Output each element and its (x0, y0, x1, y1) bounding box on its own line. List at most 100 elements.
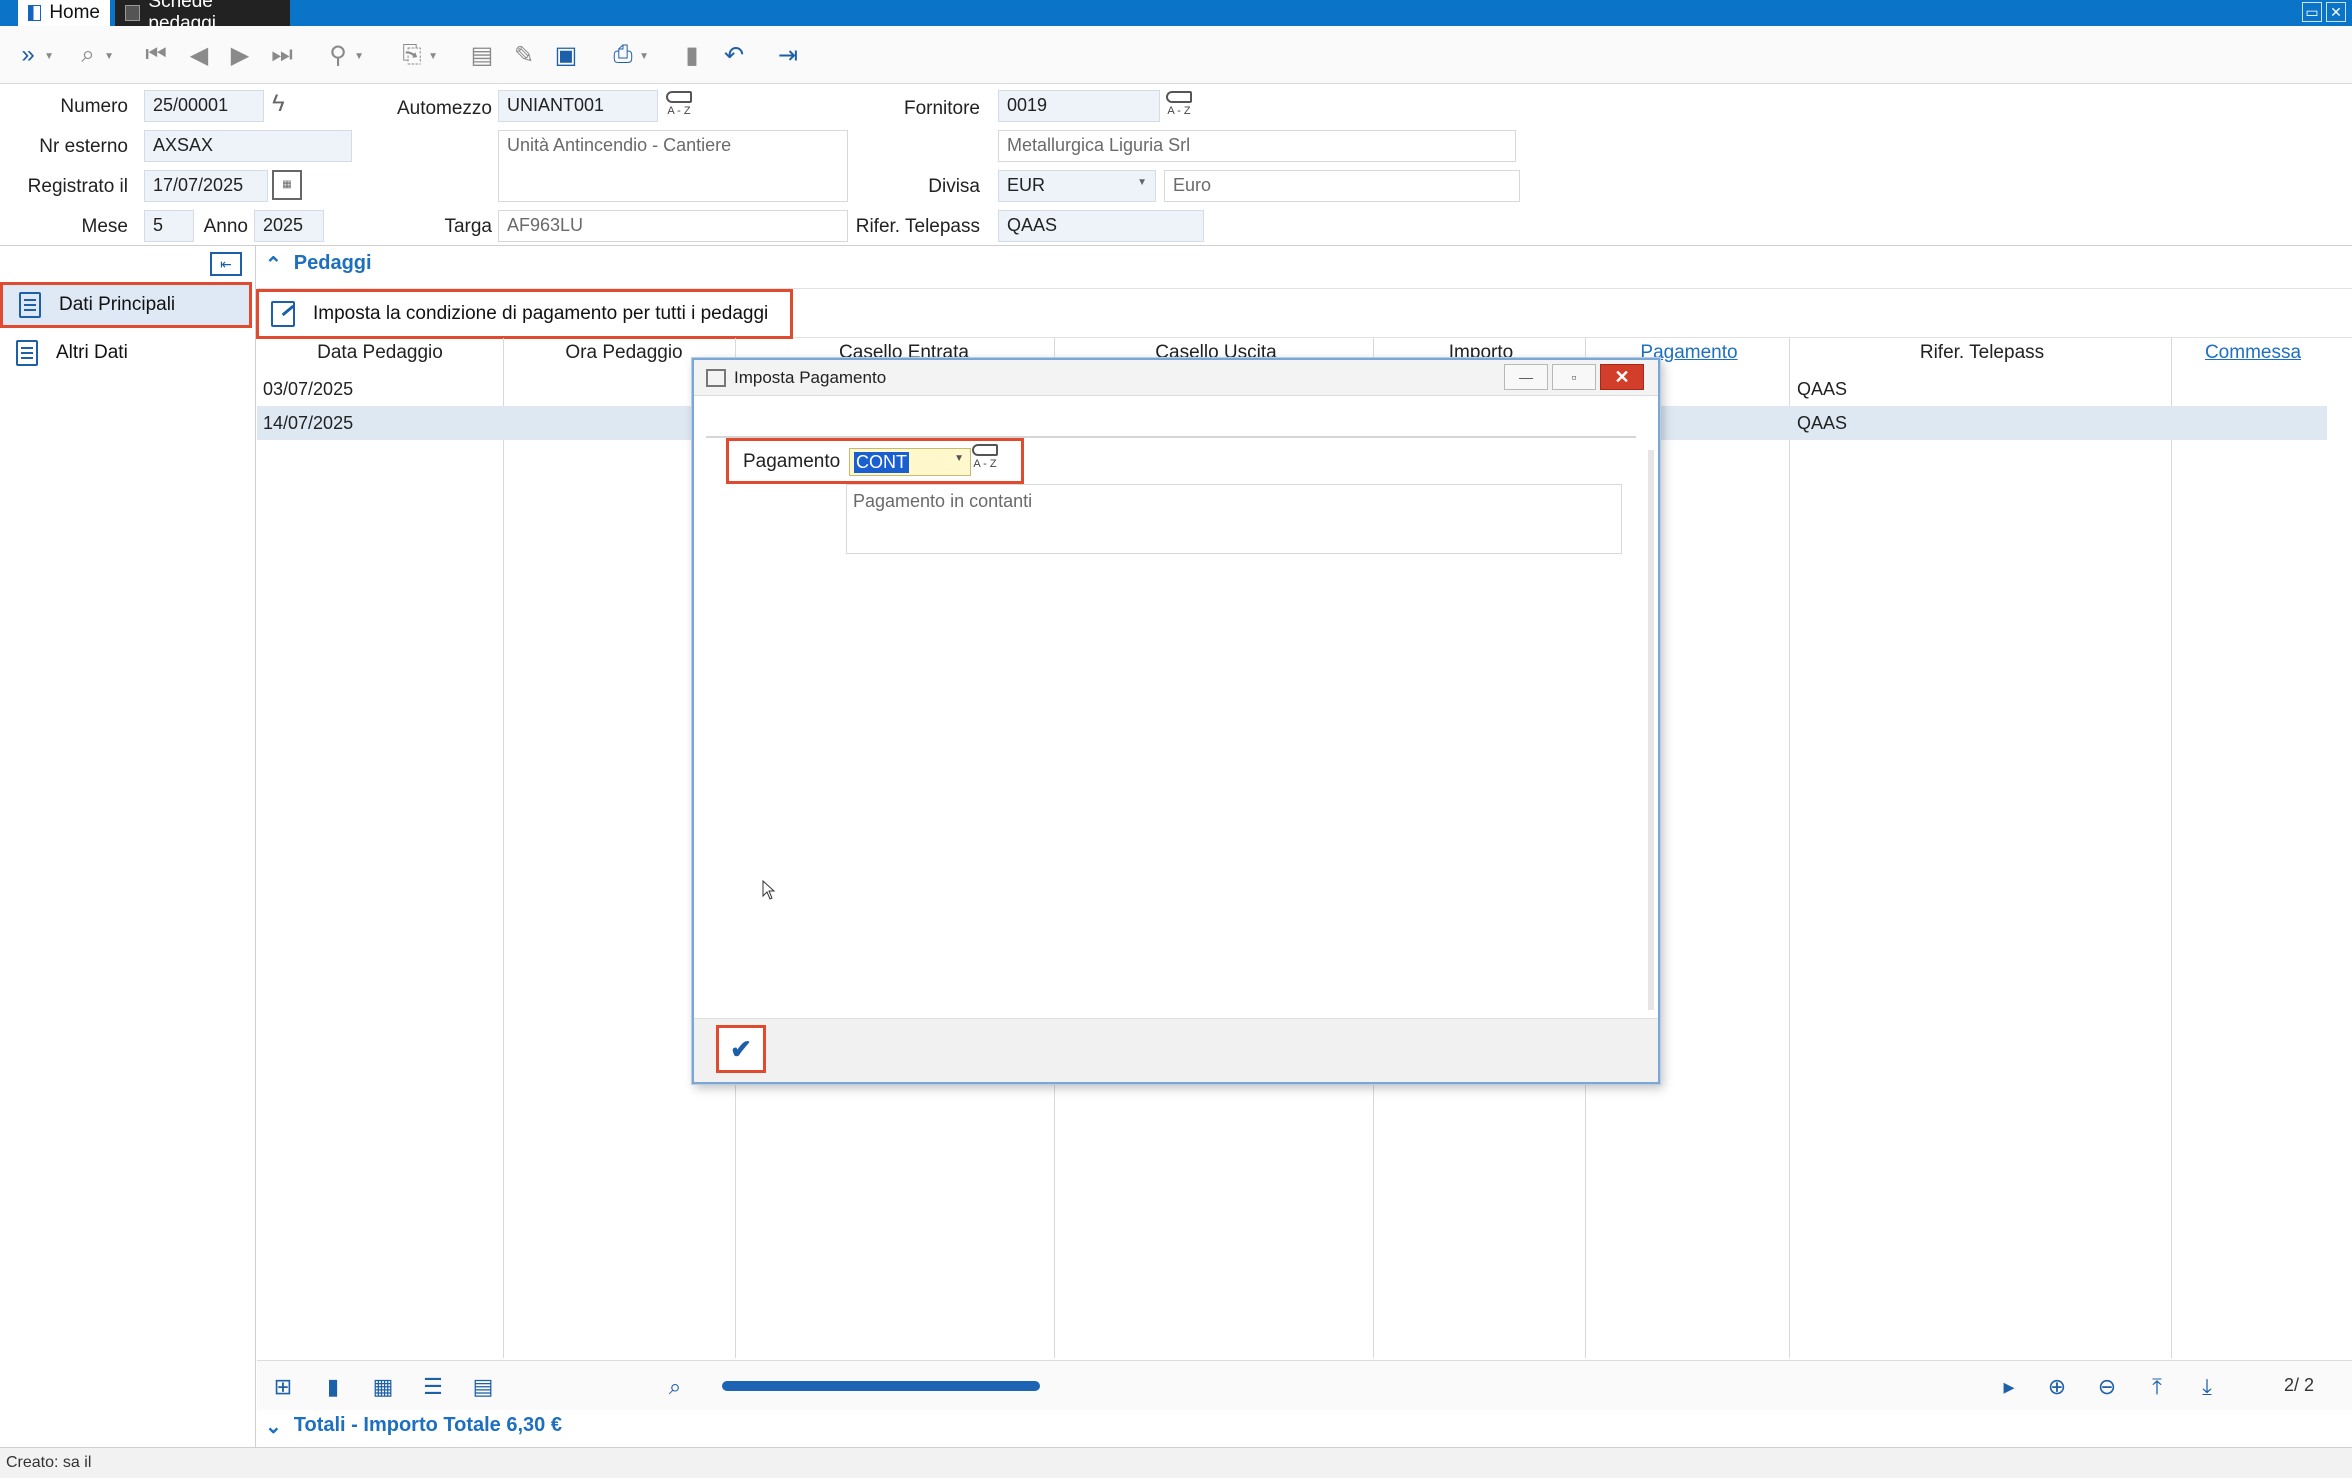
search-icon[interactable]: ⌕ (661, 1373, 689, 1401)
automezzo-label: Automezzo (396, 98, 492, 119)
column-header-data[interactable]: Data Pedaggio (257, 338, 503, 372)
edit-document-icon (271, 301, 295, 327)
delete-row-icon[interactable]: ▮ (319, 1373, 347, 1401)
restore-icon[interactable]: ▭ (2302, 2, 2322, 22)
home-icon (28, 5, 42, 21)
grid-divider (503, 338, 504, 1358)
tab-schede-pedaggi[interactable]: Schede pedaggi (115, 0, 290, 34)
tab-home-label: Home (49, 2, 100, 23)
cell-data: 03/07/2025 (263, 379, 354, 399)
cell-telepass: QAAS (1797, 379, 1848, 399)
column-header-telepass[interactable]: Rifer. Telepass (1791, 338, 2173, 372)
dialog-footer: ✔ (694, 1018, 1658, 1082)
left-nav: ⇤ Dati Principali Altri Dati (0, 246, 256, 1447)
grid-icon (125, 5, 141, 21)
calendar-icon[interactable]: ▦ (272, 170, 302, 200)
set-payment-condition-button[interactable]: Imposta la condizione di pagamento per t… (256, 289, 793, 339)
chevron-down-icon: ▼ (1137, 177, 1147, 188)
targa-field[interactable]: AF963LU (498, 210, 848, 242)
numero-label: Numero (60, 96, 128, 117)
divisa-select[interactable]: EUR ▼ (998, 170, 1156, 202)
go-top-icon[interactable]: ⤒ (2143, 1373, 2171, 1401)
close-icon[interactable]: ✕ (2326, 2, 2346, 22)
tab-home[interactable]: Home (18, 0, 110, 26)
totals-title: Totali - Importo Totale 6,30 € (293, 1414, 562, 1436)
collapse-panel-icon[interactable]: ⇤ (210, 252, 242, 276)
fornitore-lookup-icon[interactable]: A - Z (1162, 89, 1196, 123)
first-record-icon[interactable]: ⏮ (140, 39, 172, 71)
document-add-icon (16, 340, 38, 366)
undo-icon[interactable]: ↶ (718, 39, 750, 71)
nav-item-label: Dati Principali (59, 294, 176, 315)
new-document-icon[interactable]: ▤ (466, 39, 498, 71)
automezzo-field[interactable]: UNIANT001 (498, 90, 658, 122)
previous-record-icon[interactable]: ◀ (183, 39, 215, 71)
lightning-icon[interactable]: ϟ (272, 90, 285, 118)
column-header-commessa[interactable]: Commessa (2173, 338, 2333, 372)
print-icon[interactable]: ⎙ ▼ (607, 39, 649, 71)
mouse-cursor-icon (762, 880, 776, 900)
list-view-icon[interactable]: ☰ (419, 1373, 447, 1401)
fornitore-description: Metallurgica Liguria Srl (998, 130, 1516, 162)
last-record-icon[interactable]: ⏭ (266, 39, 298, 71)
copy-icon[interactable]: ⎘ ▼ (396, 39, 438, 71)
next-record-icon[interactable]: ▶ (224, 39, 256, 71)
exit-icon[interactable]: ⇥ (772, 39, 804, 71)
nr-esterno-field[interactable]: AXSAX (144, 130, 352, 162)
expand-menu-icon[interactable]: » ▼ (12, 39, 54, 71)
cell-data: 14/07/2025 (263, 413, 354, 433)
mese-field[interactable]: 5 (144, 210, 194, 242)
close-icon[interactable]: ✕ (1600, 364, 1644, 390)
detail-view-icon[interactable]: ▤ (469, 1373, 497, 1401)
pagamento-label: Pagamento (743, 451, 841, 472)
header-form: Numero 25/00001 ϟ Nr esterno AXSAX Regis… (0, 84, 2352, 246)
table-view-icon[interactable]: ▦ (369, 1373, 397, 1401)
chevron-up-icon: ⌃ (265, 254, 282, 276)
grid-divider (1789, 338, 1790, 1358)
fornitore-label: Fornitore (903, 98, 980, 119)
confirm-button[interactable]: ✔ (716, 1025, 766, 1073)
search-icon[interactable]: ⌕ ▼ (72, 39, 114, 71)
registrato-field[interactable]: 17/07/2025 (144, 170, 268, 202)
link-icon[interactable]: ⚲ ▼ (322, 39, 364, 71)
pagamento-select[interactable]: CONT ▼ (849, 448, 971, 476)
pagamento-lookup-icon[interactable]: A - Z (968, 442, 1002, 476)
action-bar: Imposta la condizione di pagamento per t… (256, 288, 2352, 339)
nav-item-altri-dati[interactable]: Altri Dati (0, 330, 252, 376)
divisa-value: EUR (1007, 175, 1046, 195)
go-bottom-icon[interactable]: ⤓ (2193, 1373, 2221, 1401)
anno-label: Anno (203, 216, 248, 237)
document-list-icon (19, 292, 41, 318)
window-controls: ▭ ✕ (2302, 2, 2346, 22)
automezzo-description: Unità Antincendio - Cantiere (498, 130, 848, 202)
window-icon (706, 368, 726, 387)
dialog-scrollbar[interactable] (1648, 450, 1654, 1010)
divisa-description: Euro (1164, 170, 1520, 202)
action-label: Imposta la condizione di pagamento per t… (313, 303, 769, 324)
fornitore-field[interactable]: 0019 (998, 90, 1160, 122)
add-row-icon[interactable]: ⊞ (269, 1373, 297, 1401)
nav-item-dati-principali[interactable]: Dati Principali (0, 282, 252, 328)
status-bar: Creato: sa il (0, 1447, 2352, 1478)
section-totali[interactable]: ⌄ Totali - Importo Totale 6,30 € (265, 1414, 562, 1439)
edit-icon[interactable]: ✎ (508, 39, 540, 71)
delete-icon[interactable]: ▮ (676, 39, 708, 71)
minimize-icon[interactable]: — (1504, 364, 1548, 390)
registrato-label: Registrato il (27, 176, 128, 197)
zoom-in-icon[interactable]: ⊕ (2043, 1373, 2071, 1401)
section-pedaggi[interactable]: ⌃ Pedaggi (265, 252, 372, 277)
numero-field[interactable]: 25/00001 (144, 90, 264, 122)
nav-item-label: Altri Dati (56, 342, 128, 363)
mese-label: Mese (81, 216, 128, 237)
anno-field[interactable]: 2025 (254, 210, 324, 242)
horizontal-scrollbar[interactable] (722, 1381, 1040, 1391)
maximize-icon[interactable]: ▫ (1552, 364, 1596, 390)
automezzo-lookup-icon[interactable]: A - Z (662, 89, 696, 123)
save-icon[interactable]: ▣ (550, 39, 582, 71)
scroll-right-icon[interactable]: ▸ (1995, 1373, 2023, 1401)
zoom-out-icon[interactable]: ⊖ (2093, 1373, 2121, 1401)
pagamento-description: Pagamento in contanti (846, 484, 1622, 554)
telepass-field[interactable]: QAAS (998, 210, 1204, 242)
page-indicator: 2/ 2 (2283, 1375, 2314, 1395)
grid-toolbar: ⊞ ▮ ▦ ☰ ▤ ⌕ ▸ ⊕ ⊖ ⤒ ⤓ 2/ 2 (257, 1360, 2352, 1410)
